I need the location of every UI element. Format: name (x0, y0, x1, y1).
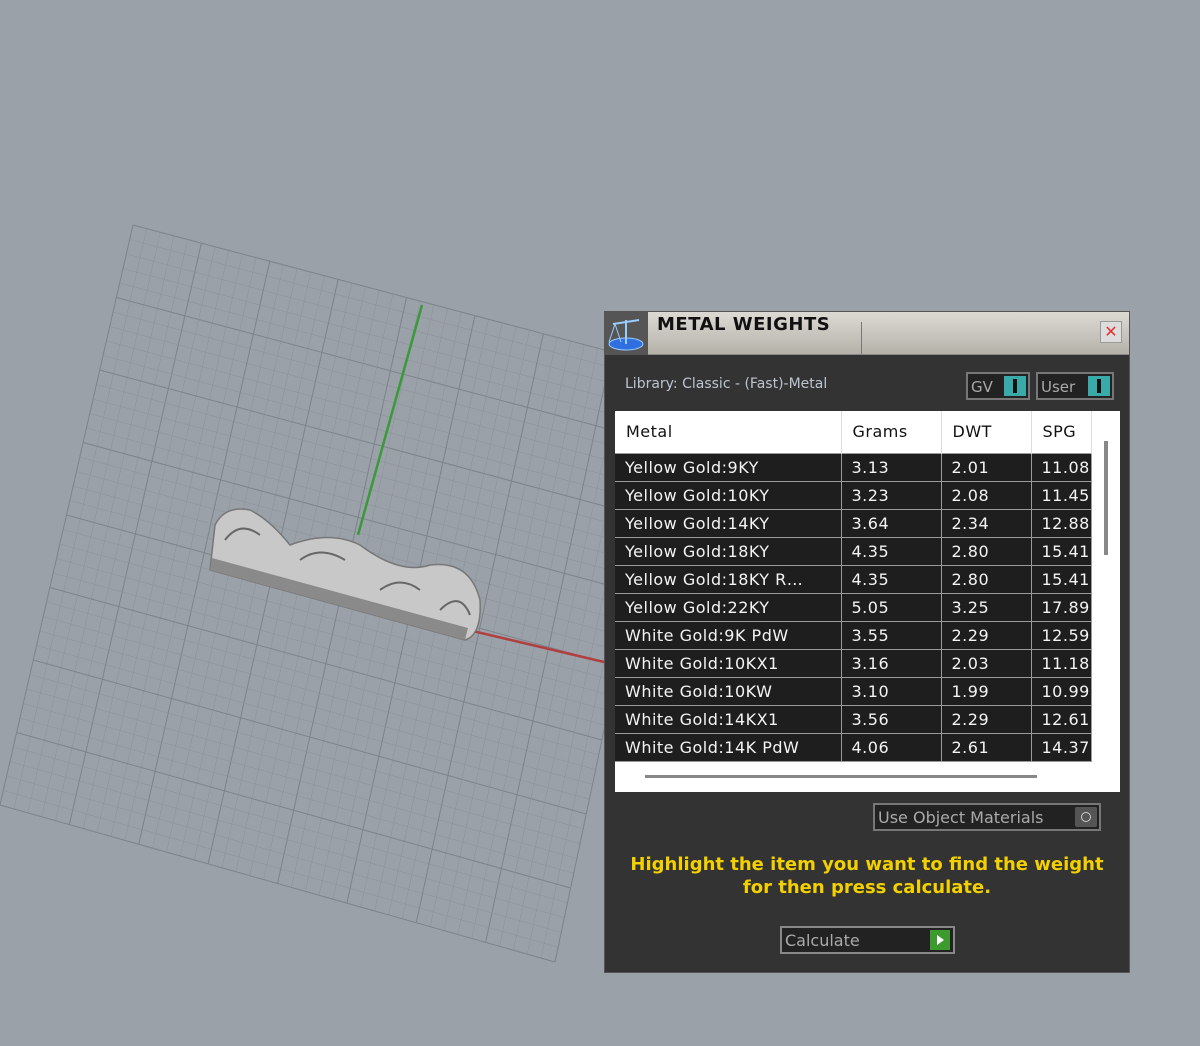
calculate-button[interactable]: Calculate (780, 926, 955, 954)
horizontal-scrollbar[interactable] (645, 775, 1037, 778)
grid-line (19, 717, 574, 874)
cell-grams: 3.13 (841, 452, 942, 482)
cell-spg: 15.41 (1031, 564, 1092, 594)
use-object-materials-label: Use Object Materials (878, 808, 1044, 827)
instruction-line-1: Highlight the item you want to find the … (630, 854, 1104, 875)
table-row[interactable]: Yellow Gold:14KY 3.64 2.34 12.88 (615, 508, 1092, 538)
cell-dwt: 2.80 (941, 564, 1032, 594)
table-row[interactable]: Yellow Gold:9KY 3.13 2.01 11.08 (615, 452, 1092, 482)
cell-metal: Yellow Gold:18KY (615, 536, 842, 566)
title-divider (861, 322, 862, 354)
table-header-row: Metal Grams DWT SPG (615, 411, 1092, 453)
column-header-grams[interactable]: Grams (841, 411, 942, 453)
table-row[interactable]: White Gold:14KX1 3.56 2.29 12.61 (615, 704, 1092, 734)
title-bar[interactable]: METAL WEIGHTS ✕ (605, 312, 1129, 355)
cell-grams: 3.56 (841, 704, 942, 734)
cell-metal: Yellow Gold:14KY (615, 508, 842, 538)
cell-grams: 5.05 (841, 592, 942, 622)
cell-metal: Yellow Gold:18KY R… (615, 564, 842, 594)
cell-dwt: 2.01 (941, 452, 1032, 482)
cell-dwt: 2.08 (941, 480, 1032, 510)
column-header-metal[interactable]: Metal (615, 411, 842, 453)
grid-line (0, 804, 556, 963)
cell-dwt: 2.80 (941, 536, 1032, 566)
toggle-switch-icon (1004, 376, 1026, 396)
table-row[interactable]: Yellow Gold:22KY 5.05 3.25 17.89 (615, 592, 1092, 622)
close-button[interactable]: ✕ (1100, 321, 1122, 343)
panel-title: METAL WEIGHTS (657, 314, 831, 335)
library-label: Library: Classic - (Fast)-Metal (625, 376, 828, 392)
table-row[interactable]: White Gold:14K PdW 4.06 2.61 14.37 (615, 732, 1092, 762)
table-row[interactable]: White Gold:9K PdW 3.55 2.29 12.59 (615, 620, 1092, 650)
radio-icon (1075, 807, 1097, 827)
cell-dwt: 3.25 (941, 592, 1032, 622)
cell-metal: Yellow Gold:10KY (615, 480, 842, 510)
cell-dwt: 1.99 (941, 676, 1032, 706)
vertical-scrollbar[interactable] (1104, 441, 1108, 555)
table-row[interactable]: White Gold:10KW 3.10 1.99 10.99 (615, 676, 1092, 706)
toggle-switch-icon (1088, 376, 1110, 396)
user-toggle-label: User (1041, 378, 1076, 396)
metal-weights-panel: METAL WEIGHTS ✕ Library: Classic - (Fast… (604, 311, 1130, 973)
grid-line (13, 746, 568, 904)
cell-dwt: 2.34 (941, 508, 1032, 538)
cell-metal: White Gold:9K PdW (615, 620, 842, 650)
cell-spg: 14.37 (1031, 732, 1092, 762)
metal-table[interactable]: Metal Grams DWT SPG Yellow Gold:9KY 3.13 2… (615, 411, 1120, 792)
column-header-spg[interactable]: SPG (1031, 411, 1092, 453)
calculate-label: Calculate (785, 931, 860, 950)
cell-dwt: 2.03 (941, 648, 1032, 678)
column-header-dwt[interactable]: DWT (941, 411, 1032, 453)
cell-spg: 12.61 (1031, 704, 1092, 734)
table-row[interactable]: Yellow Gold:10KY 3.23 2.08 11.45 (615, 480, 1092, 510)
cell-metal: White Gold:14K PdW (615, 732, 842, 762)
cell-dwt: 2.29 (941, 620, 1032, 650)
user-toggle[interactable]: User (1036, 372, 1114, 400)
gv-toggle-label: GV (971, 378, 993, 396)
cell-grams: 3.23 (841, 480, 942, 510)
cell-metal: Yellow Gold:9KY (615, 452, 842, 482)
cell-metal: Yellow Gold:22KY (615, 592, 842, 622)
cell-metal: White Gold:10KX1 (615, 648, 842, 678)
cell-metal: White Gold:14KX1 (615, 704, 842, 734)
cell-spg: 11.08 (1031, 452, 1092, 482)
cell-dwt: 2.61 (941, 732, 1032, 762)
table-row[interactable]: Yellow Gold:18KY 4.35 2.80 15.41 (615, 536, 1092, 566)
cell-grams: 4.06 (841, 732, 942, 762)
scale-icon (605, 312, 648, 355)
cell-grams: 3.64 (841, 508, 942, 538)
cell-dwt: 2.29 (941, 704, 1032, 734)
instruction-text: Highlight the item you want to find the … (605, 853, 1129, 899)
cell-spg: 17.89 (1031, 592, 1092, 622)
cell-spg: 12.59 (1031, 620, 1092, 650)
cell-grams: 4.35 (841, 564, 942, 594)
cell-grams: 3.10 (841, 676, 942, 706)
cell-spg: 10.99 (1031, 676, 1092, 706)
grid-line (16, 732, 571, 889)
cell-spg: 15.41 (1031, 536, 1092, 566)
play-icon (930, 930, 950, 950)
table-row[interactable]: White Gold:10KX1 3.16 2.03 11.18 (615, 648, 1092, 678)
cell-spg: 11.18 (1031, 648, 1092, 678)
table-row[interactable]: Yellow Gold:18KY R… 4.35 2.80 15.41 (615, 564, 1092, 594)
cell-grams: 3.55 (841, 620, 942, 650)
instruction-line-2: for then press calculate. (742, 877, 992, 898)
use-object-materials-toggle[interactable]: Use Object Materials (873, 803, 1101, 831)
cell-spg: 11.45 (1031, 480, 1092, 510)
cell-grams: 3.16 (841, 648, 942, 678)
gv-toggle[interactable]: GV (966, 372, 1030, 400)
jewelry-model[interactable] (209, 508, 481, 641)
cell-metal: White Gold:10KW (615, 676, 842, 706)
cell-grams: 4.35 (841, 536, 942, 566)
cell-spg: 12.88 (1031, 508, 1092, 538)
